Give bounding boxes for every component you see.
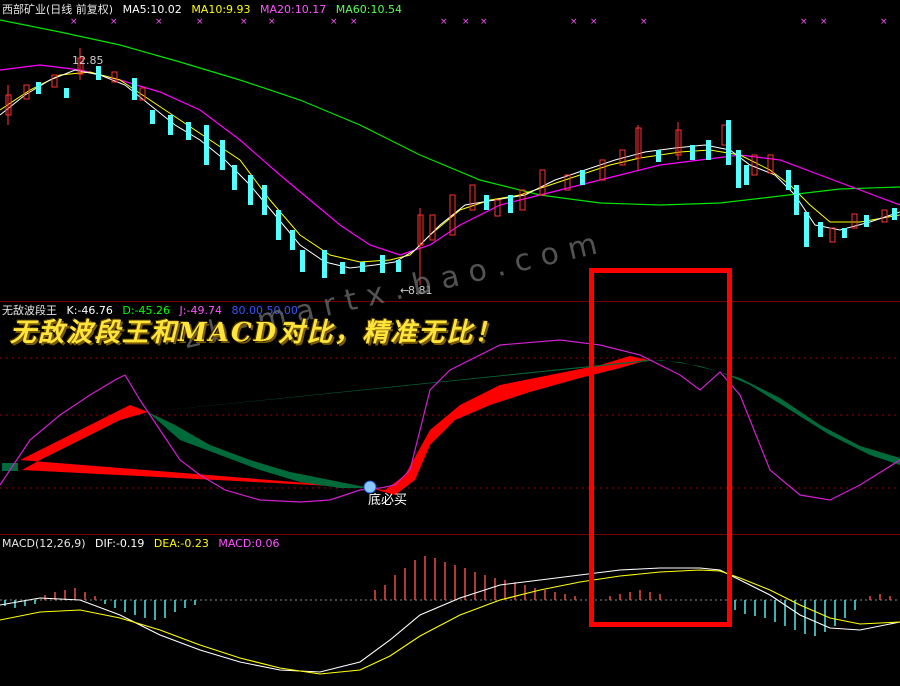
band-red [20,356,648,495]
marker-row: × × × × × × × × × × × × × × × × × [70,17,888,27]
buy-signal-dot [363,480,377,494]
svg-text:×: × [462,17,470,27]
buy-signal-label: 底必买 [368,492,407,508]
highlight-box [589,268,732,627]
svg-text:×: × [800,17,808,27]
band-green [148,360,900,488]
svg-text:×: × [196,17,204,27]
svg-text:×: × [268,17,276,27]
ma60-line [0,19,900,206]
svg-text:×: × [155,17,163,27]
svg-text:×: × [330,17,338,27]
svg-text:×: × [590,17,598,27]
high-price-label: 12.85 [72,54,104,67]
svg-text:×: × [570,17,578,27]
svg-text:×: × [350,17,358,27]
svg-text:×: × [440,17,448,27]
svg-text:×: × [240,17,248,27]
dea-line [0,569,900,675]
svg-text:×: × [480,17,488,27]
svg-text:×: × [70,17,78,27]
comparison-banner: 无敌波段王和MACD对比，精准无比！ [10,318,503,348]
svg-text:×: × [110,17,118,27]
svg-text:×: × [820,17,828,27]
svg-text:×: × [640,17,648,27]
svg-text:×: × [880,17,888,27]
